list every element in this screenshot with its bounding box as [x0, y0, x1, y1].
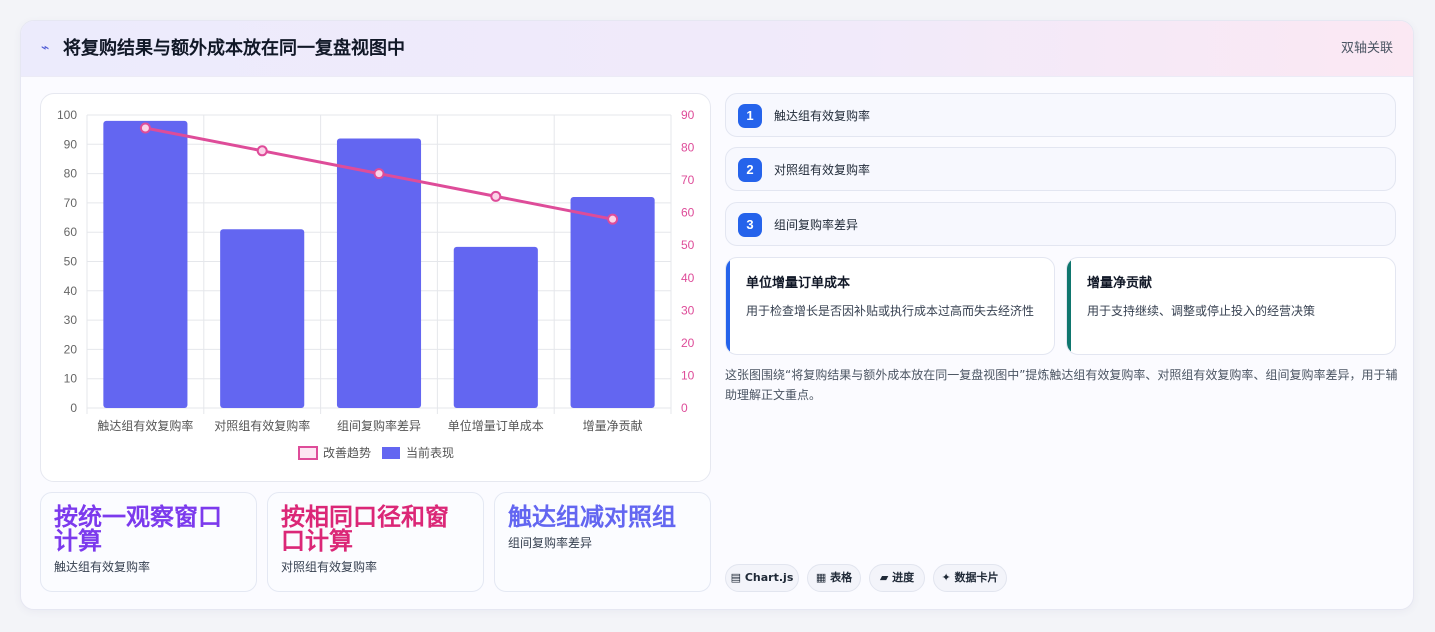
chip-label: Chart.js — [744, 571, 794, 584]
summary-text: 这张图围绕“将复购结果与额外成本放在同一复盘视图中”提炼触达组有效复购率、对照组… — [725, 368, 1398, 402]
info-description: 用于支持继续、调整或停止投入的经营决策 — [1087, 304, 1316, 318]
kpi-value: 触达组减对照组 — [508, 503, 676, 531]
y-right-tick-label: 40 — [681, 271, 695, 285]
trend-point — [490, 190, 502, 202]
page-title: 将复购结果与额外成本放在同一复盘视图中 — [63, 38, 405, 59]
x-tick-label: 增量净贡献 — [583, 418, 643, 433]
legend-swatch-trend — [298, 446, 318, 460]
chip-chartjs[interactable]: ▤ Chart.js — [725, 564, 799, 592]
y-left-tick-label: 80 — [64, 167, 78, 181]
dual-axis-chart: 0 10 20 30 40 50 60 70 80 90 100 0 10 20 30 40 50 60 70 80 9… — [57, 108, 695, 460]
accent-bar — [726, 258, 730, 354]
step-label: 对照组有效复购率 — [774, 163, 871, 177]
chart-container: 0 10 20 30 40 50 60 70 80 90 100 0 10 20 30 40 50 60 70 80 9… — [40, 93, 711, 482]
step-number: 1 — [738, 104, 762, 128]
kpi-card-3: 触达组减对照组 组间复购率差异 — [494, 492, 711, 592]
data-card-icon: ✦ — [941, 571, 951, 584]
y-left-tick-label: 30 — [64, 313, 78, 327]
kpi-label: 对照组有效复购率 — [281, 560, 378, 574]
chip-table[interactable]: ▦ 表格 — [807, 564, 861, 592]
kpi-label: 组间复购率差异 — [508, 536, 593, 550]
chip-data-card[interactable]: ✦ 数据卡片 — [933, 564, 1007, 592]
y-right-tick-label: 10 — [681, 368, 695, 382]
y-left-tick-label: 20 — [64, 342, 78, 356]
kpi-card-2: 按相同口径和窗口计算 对照组有效复购率 — [267, 492, 484, 592]
chip-label: 进度 — [892, 571, 915, 584]
y-left-tick-label: 50 — [64, 255, 78, 269]
chip-label: 数据卡片 — [954, 571, 999, 584]
header-tag: 双轴关联 — [1340, 41, 1393, 56]
bar — [220, 229, 305, 408]
trend-point — [373, 168, 385, 180]
legend-swatch-current — [382, 447, 400, 459]
y-left-tick-label: 60 — [64, 225, 78, 239]
step-item-3: 3 组间复购率差异 — [725, 202, 1396, 246]
info-title: 单位增量订单成本 — [746, 276, 851, 291]
trend-point — [256, 145, 268, 157]
y-right-tick-label: 90 — [681, 108, 695, 122]
y-right-tick-label: 20 — [681, 336, 695, 350]
bar — [453, 246, 538, 408]
card-header: ⌁ 将复购结果与额外成本放在同一复盘视图中 双轴关联 — [21, 21, 1413, 77]
chip-label: 表格 — [830, 571, 853, 584]
bar — [570, 197, 655, 408]
kpi-label: 触达组有效复购率 — [54, 560, 151, 574]
y-right-tick-label: 50 — [681, 238, 695, 252]
step-label: 组间复购率差异 — [774, 218, 859, 232]
y-right-tick-label: 30 — [681, 303, 695, 317]
step-number: 3 — [738, 213, 762, 237]
info-card-net-contribution: 增量净贡献 用于支持继续、调整或停止投入的经营决策 — [1066, 257, 1396, 355]
y-right-tick-label: 70 — [681, 173, 695, 187]
x-tick-label: 触达组有效复购率 — [97, 418, 193, 433]
step-item-2: 2 对照组有效复购率 — [725, 147, 1396, 191]
progress-icon: ▰ — [879, 571, 889, 584]
chip-progress[interactable]: ▰ 进度 — [869, 564, 925, 592]
y-right-tick-label: 60 — [681, 206, 695, 220]
legend-label-current: 当前表现 — [406, 445, 454, 460]
x-tick-label: 单位增量订单成本 — [448, 418, 544, 433]
kpi-card-1: 按统一观察窗口计算 触达组有效复购率 — [40, 492, 257, 592]
info-title: 增量净贡献 — [1087, 276, 1153, 291]
y-right-tick-label: 80 — [681, 141, 695, 155]
y-left-tick-label: 10 — [64, 372, 78, 386]
legend-label-trend: 改善趋势 — [323, 445, 371, 460]
trend-point — [607, 213, 619, 225]
y-right-tick-label: 0 — [681, 401, 688, 415]
trend-point — [139, 122, 151, 134]
info-card-unit-cost: 单位增量订单成本 用于检查增长是否因补贴或执行成本过高而失去经济性 — [725, 257, 1055, 355]
x-tick-label: 组间复购率差异 — [337, 418, 421, 433]
report-card: ⌁ 将复购结果与额外成本放在同一复盘视图中 双轴关联 0 10 20 30 40 50 60… — [20, 20, 1414, 610]
sparkline-icon: ⌁ — [41, 40, 50, 56]
step-item-1: 1 触达组有效复购率 — [725, 93, 1396, 137]
y-left-tick-label: 0 — [70, 401, 77, 415]
y-left-tick-label: 70 — [64, 196, 78, 210]
step-label: 触达组有效复购率 — [774, 109, 871, 123]
chart-icon: ▤ — [730, 571, 742, 584]
y-left-tick-label: 40 — [64, 284, 78, 298]
kpi-value: 按相同口径和窗口计算 — [281, 503, 449, 555]
step-number: 2 — [738, 158, 762, 182]
kpi-value: 按统一观察窗口计算 — [54, 503, 222, 555]
bar — [103, 120, 188, 409]
accent-bar — [1067, 258, 1071, 354]
y-left-tick-label: 90 — [64, 137, 78, 151]
info-description: 用于检查增长是否因补贴或执行成本过高而失去经济性 — [746, 304, 1035, 318]
x-tick-label: 对照组有效复购率 — [214, 418, 310, 433]
table-icon: ▦ — [815, 571, 827, 584]
y-left-tick-label: 100 — [57, 108, 77, 122]
